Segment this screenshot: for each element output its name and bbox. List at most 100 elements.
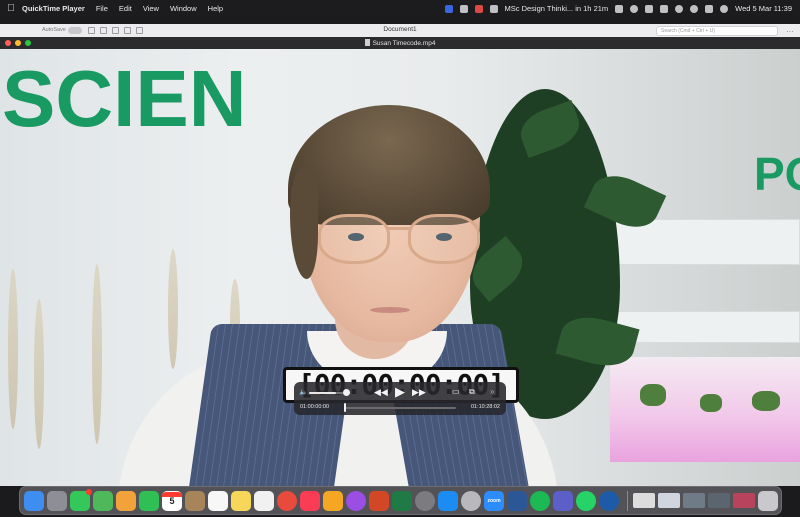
more-icon[interactable]: … [786,25,794,34]
share-more-icon[interactable]: » [490,387,494,396]
dock-calendar-icon[interactable]: 5 [162,490,182,511]
window-title: Susan Timecode.mp4 [0,39,800,47]
desktop-screen:  QuickTime Player File Edit View Window… [0,0,800,517]
dock-quicktime-icon[interactable] [599,490,619,511]
zoom-label: zoom [487,497,501,504]
dock-minimized-window[interactable] [633,493,655,508]
dock-powerpoint-icon[interactable] [369,490,389,511]
dock-trash-icon[interactable] [758,490,778,511]
calendar-month-strip [162,491,182,497]
airplay-icon[interactable]: ▭ [452,387,460,396]
current-time: 01:00:00:00 [300,404,330,410]
dock-zoom-icon[interactable]: zoom [484,490,504,511]
menu-bar:  QuickTime Player File Edit View Window… [0,0,800,17]
rewind-button[interactable]: ◀◀ [374,387,388,398]
playback-controls: 🔈 ◀◀ ▶ ▶▶ ▭ ⧉ » 01:00:00:00 01:10:28:02 [294,382,506,415]
menu-file[interactable]: File [96,4,108,13]
video-frame[interactable]: SCIEN PO [0,49,800,486]
dried-grass [8,269,18,429]
dock-pages-icon[interactable] [323,490,343,511]
shield-icon[interactable] [474,4,483,13]
wifi-icon[interactable] [675,4,684,13]
volume-slider[interactable] [309,392,343,394]
apple-icon[interactable]:  [0,3,22,14]
dock-launchpad-icon[interactable] [47,490,67,511]
seedling [752,391,780,411]
menu-edit[interactable]: Edit [119,4,132,13]
play-button[interactable]: ▶ [395,384,405,400]
dock-minimized-window[interactable] [658,493,680,508]
volume-knob[interactable] [343,389,350,396]
volume-icon[interactable]: 🔈 [299,388,308,396]
person-hair [288,105,490,225]
status-area: MSc Design Thinki... in 1h 21m Wed 5 Mar… [444,0,792,17]
dock: 5 zoom [19,486,782,515]
dock-music-icon[interactable] [300,490,320,511]
volume-fill [309,392,337,394]
dock-finder-icon[interactable] [24,490,44,511]
background-banner-text-right: PO [754,148,800,200]
dock-freeform-icon[interactable] [254,490,274,511]
dock-messages-icon[interactable] [70,488,92,511]
dock-contacts-icon[interactable] [185,490,205,511]
dock-maps-icon[interactable] [93,490,113,511]
seedling [640,384,666,406]
dried-grass [168,249,178,369]
picture-in-picture-icon[interactable]: ⧉ [469,387,475,397]
person-mouth [370,307,410,313]
dried-grass [34,299,44,449]
quicktime-titlebar: Susan Timecode.mp4 [0,37,800,49]
dock-reminders-icon[interactable] [208,490,228,511]
dock-whatsapp-icon[interactable] [576,490,596,511]
menu-window[interactable]: Window [170,4,197,13]
dock-minimized-window[interactable] [683,493,705,508]
dock-settings-icon[interactable] [415,490,435,511]
background-banner-text: SCIEN [2,54,247,143]
scrubber-track[interactable] [344,407,456,409]
fast-forward-button[interactable]: ▶▶ [412,387,426,398]
battery-icon[interactable] [660,4,669,13]
dock-photos-icon[interactable] [116,490,136,511]
dock-spotify-icon[interactable] [530,490,550,511]
dock-podcasts-icon[interactable] [346,490,366,511]
glasses-bridge [388,227,410,230]
person-eye-left [348,233,364,241]
scrubber-head[interactable] [344,403,346,412]
dock-app-store-icon[interactable] [438,490,458,511]
dock-chrome-icon[interactable] [277,490,297,511]
person-eye-right [436,233,452,241]
notification-badge [86,488,92,495]
dock-excel-icon[interactable] [392,490,412,511]
menu-datetime[interactable]: Wed 5 Mar 11:39 [735,4,792,13]
calendar-event-icon[interactable] [489,4,498,13]
play-status-icon[interactable] [645,4,654,13]
zoom-status-icon[interactable] [444,4,453,13]
menu-app-name[interactable]: QuickTime Player [22,4,85,13]
calendar-event-text[interactable]: MSc Design Thinki... in 1h 21m [505,4,609,13]
control-center-icon[interactable] [705,4,714,13]
dock-word-icon[interactable] [507,490,527,511]
dock-separator [627,490,628,511]
movie-file-icon [364,39,370,46]
dropbox-icon[interactable] [459,4,468,13]
dock-minimized-window[interactable] [733,493,755,508]
media-icon[interactable] [615,4,624,13]
dock-notes-icon[interactable] [231,490,251,511]
remaining-time: 01:10:28:02 [470,404,500,410]
quicktime-window: Susan Timecode.mp4 SCIEN PO [0,37,800,486]
window-title-text: Susan Timecode.mp4 [372,40,436,47]
dock-whatsapp-alt-icon[interactable] [461,490,481,511]
menu-help[interactable]: Help [208,4,223,13]
dock-facetime-icon[interactable] [139,490,159,511]
dock-teams-icon[interactable] [553,490,573,511]
clock-icon[interactable] [630,4,639,13]
seedling [700,394,722,412]
calendar-day: 5 [169,495,175,506]
dried-grass [92,264,102,444]
dock-minimized-window[interactable] [708,493,730,508]
menu-view[interactable]: View [143,4,159,13]
siri-icon[interactable] [720,4,729,13]
document-search-input[interactable]: Search (Cmd + Ctrl + U) [656,26,778,36]
person-hair-side [290,169,318,279]
search-icon[interactable] [690,4,699,13]
